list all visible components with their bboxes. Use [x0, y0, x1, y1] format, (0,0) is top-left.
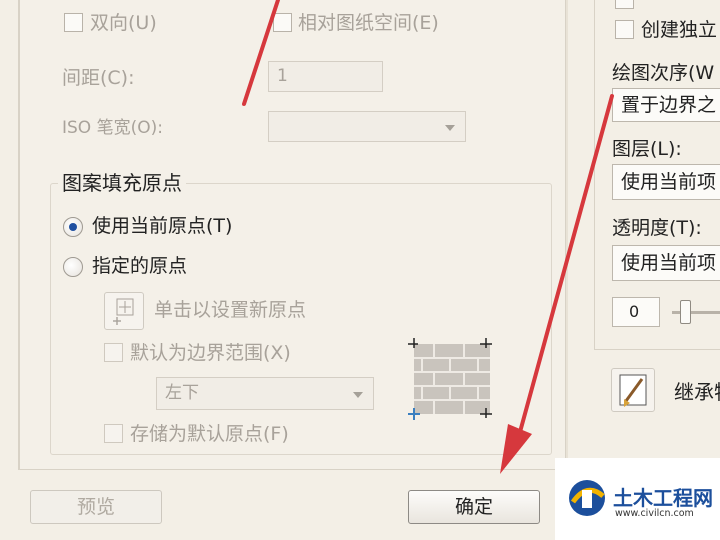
watermark-url: www.civilcn.com: [615, 508, 694, 519]
watermark-title: 土木工程网: [613, 486, 713, 510]
brand-logo-icon: [569, 480, 605, 516]
watermark-logo: 土木工程网 www.civilcn.com: [555, 458, 720, 540]
